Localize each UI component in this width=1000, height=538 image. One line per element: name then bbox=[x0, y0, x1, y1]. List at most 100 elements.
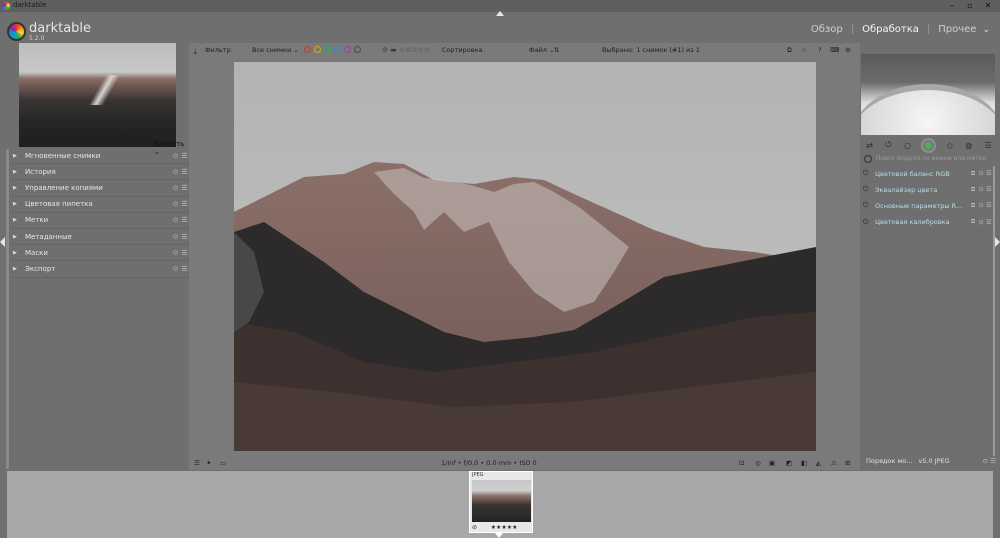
presets-icon[interactable]: ☰ bbox=[180, 152, 189, 160]
close-icon[interactable]: ✕ bbox=[980, 0, 996, 12]
multi-instance-icon[interactable]: ⧉ bbox=[969, 218, 977, 226]
reset-icon[interactable]: ⊙ bbox=[171, 265, 180, 273]
chevron-down-icon[interactable]: ⌄ bbox=[982, 25, 990, 35]
focus-peaking-icon[interactable]: ⊡ bbox=[739, 459, 744, 467]
module-color-equalizer[interactable]: ⏻ Эквалайзер цвета ⧉ ⊙ ☰ bbox=[863, 182, 993, 199]
presets-icon[interactable]: ☰ bbox=[180, 216, 189, 224]
reset-icon[interactable]: ⊙ bbox=[977, 170, 985, 177]
gamut-check-icon[interactable]: ⚠ bbox=[831, 459, 837, 467]
module-order-value[interactable]: v5.0 JPEG bbox=[918, 457, 949, 465]
presets-icon[interactable]: ☰ bbox=[180, 184, 189, 192]
view-other[interactable]: Прочее bbox=[938, 24, 976, 35]
presets-icon[interactable]: ☰ bbox=[985, 170, 993, 177]
multi-instance-icon[interactable]: ⧉ bbox=[969, 202, 977, 210]
duplicate-icon[interactable]: ⧉ bbox=[787, 46, 792, 55]
raw-overexposed-icon[interactable]: ◩ bbox=[786, 459, 792, 467]
bulb-icon[interactable]: ◎ bbox=[755, 459, 761, 467]
reset-icon[interactable]: ⊙ bbox=[171, 216, 180, 224]
collapse-bottom-panel-icon[interactable] bbox=[495, 533, 503, 538]
presets-icon[interactable]: ☰ bbox=[180, 233, 189, 241]
reset-icon[interactable]: ⊙ bbox=[171, 152, 180, 160]
quick-access-tab-icon[interactable]: ⇄ bbox=[866, 141, 873, 150]
module-color-calibration[interactable]: ⏻ Цветовая калибровка ⧉ ⊙ ☰ bbox=[863, 215, 993, 231]
filmstrip-thumbnail[interactable]: JPEG ⊘ ★★★★★ bbox=[469, 471, 533, 533]
power-icon[interactable]: ⏻ bbox=[863, 185, 872, 194]
minimize-icon[interactable]: – bbox=[944, 0, 960, 12]
presets-icon[interactable]: ☰ bbox=[985, 186, 993, 193]
module-export[interactable]: ▶ Экспорт ⊙ ☰ bbox=[11, 261, 189, 278]
color-modules-tab-icon[interactable] bbox=[923, 139, 935, 151]
navigation-preview[interactable] bbox=[19, 43, 176, 147]
reset-icon[interactable]: ⊙ ☰ bbox=[983, 457, 996, 465]
view-lighttable[interactable]: Обзор bbox=[811, 24, 843, 35]
sort-order-icon[interactable]: ⇅ bbox=[554, 46, 559, 54]
rating-filter[interactable]: ⊘ ▬ ☆☆☆☆☆ bbox=[382, 46, 430, 54]
reset-icon[interactable]: ⊙ bbox=[977, 219, 985, 226]
sort-dropdown[interactable]: Файл ⌄ bbox=[529, 46, 554, 54]
power-icon[interactable]: ⏻ bbox=[863, 169, 872, 178]
reset-icon[interactable]: ⊙ bbox=[977, 186, 985, 193]
color-label-yellow[interactable] bbox=[314, 46, 321, 53]
reject-icon[interactable]: ⊘ bbox=[472, 524, 477, 531]
quick-access-icon[interactable]: ☰ bbox=[194, 459, 200, 467]
view-darkroom[interactable]: Обработка bbox=[862, 24, 919, 35]
module-tagging[interactable]: ▶ Метки ⊙ ☰ bbox=[11, 213, 189, 229]
main-image[interactable] bbox=[234, 62, 816, 451]
module-color-balance-rgb[interactable]: ⏻ Цветовой баланс RGB ⧉ ⊙ ☰ bbox=[863, 166, 993, 183]
reset-icon[interactable]: ⊙ bbox=[171, 233, 180, 241]
filter-icon[interactable]: ⏚ bbox=[192, 46, 199, 56]
gear-icon[interactable]: ⚙ bbox=[845, 46, 851, 54]
power-icon[interactable]: ⏻ bbox=[863, 218, 872, 227]
module-snapshots[interactable]: ▶ Мгновенные снимки ⊙ ☰ bbox=[11, 148, 189, 165]
keyboard-icon[interactable]: ⌨ bbox=[830, 46, 839, 54]
presets-icon[interactable]: ☰ bbox=[180, 168, 189, 176]
clipping-icon[interactable]: ◧ bbox=[801, 459, 807, 467]
module-history[interactable]: ▶ История ⊙ ☰ bbox=[11, 164, 189, 181]
reset-icon[interactable]: ⊙ bbox=[171, 249, 180, 257]
module-masks[interactable]: ▶ Маски ⊙ ☰ bbox=[11, 245, 189, 262]
base-modules-tab-icon[interactable]: ○ bbox=[904, 141, 911, 150]
presets-icon[interactable]: ☰ bbox=[180, 249, 189, 257]
module-search-input[interactable]: Поиск модуля по имени или метке bbox=[864, 153, 994, 164]
star-rating[interactable]: ★★★★★ bbox=[491, 524, 518, 531]
module-duplicate-manager[interactable]: ▶ Управление копиями ⊙ ☰ bbox=[11, 180, 189, 197]
reset-icon[interactable]: ⊙ bbox=[171, 200, 180, 208]
app-name: darktable bbox=[29, 21, 92, 36]
styles-icon[interactable]: ✦ bbox=[206, 459, 211, 467]
power-icon[interactable]: ⏻ bbox=[863, 201, 872, 210]
color-label-red[interactable] bbox=[304, 46, 311, 53]
collapse-right-panel-icon[interactable] bbox=[995, 237, 1000, 247]
color-label-gray[interactable] bbox=[354, 46, 361, 53]
presets-icon[interactable]: ☰ bbox=[180, 265, 189, 273]
color-label-blue[interactable] bbox=[334, 46, 341, 53]
color-assessment-icon[interactable]: ▣ bbox=[769, 459, 775, 467]
correction-modules-tab-icon[interactable]: ◇ bbox=[947, 141, 953, 150]
histogram[interactable] bbox=[861, 54, 995, 135]
second-window-icon[interactable]: ▭ bbox=[220, 459, 226, 467]
presets-icon[interactable]: ☰ bbox=[180, 200, 189, 208]
presets-icon[interactable]: ☰ bbox=[985, 219, 993, 226]
module-color-picker[interactable]: ▶ Цветовая пипетка ⊙ ☰ bbox=[11, 197, 189, 213]
collapse-top-panel-icon[interactable] bbox=[496, 11, 504, 16]
tabs-menu-icon[interactable]: ☰ bbox=[985, 141, 992, 150]
color-label-purple[interactable] bbox=[344, 46, 351, 53]
effects-modules-tab-icon[interactable]: ◍ bbox=[965, 141, 972, 150]
maximize-icon[interactable]: ▫ bbox=[962, 0, 978, 12]
reset-icon[interactable]: ⊙ bbox=[977, 202, 985, 209]
guides-icon[interactable]: ⊞ bbox=[845, 459, 850, 467]
star-icon[interactable]: ☆ bbox=[801, 46, 807, 54]
filter-dropdown[interactable]: Все снимки ⌄ bbox=[252, 46, 299, 54]
softproof-icon[interactable]: ◭ bbox=[816, 459, 821, 467]
help-icon[interactable]: ? bbox=[818, 46, 821, 54]
collapse-left-panel-icon[interactable] bbox=[0, 237, 5, 247]
active-modules-tab-icon[interactable]: ⏻ bbox=[885, 140, 891, 150]
multi-instance-icon[interactable]: ⧉ bbox=[969, 170, 977, 178]
right-panel-scrollbar[interactable] bbox=[993, 166, 995, 456]
reset-icon[interactable]: ⊙ bbox=[171, 184, 180, 192]
module-metadata[interactable]: ▶ Метаданные ⊙ ☰ bbox=[11, 229, 189, 246]
module-rgb-primaries[interactable]: ⏻ Основные параметры R... ⧉ ⊙ ☰ bbox=[863, 198, 993, 215]
reset-icon[interactable]: ⊙ bbox=[171, 168, 180, 176]
multi-instance-icon[interactable]: ⧉ bbox=[969, 186, 977, 194]
color-label-green[interactable] bbox=[324, 46, 331, 53]
presets-icon[interactable]: ☰ bbox=[985, 202, 993, 209]
